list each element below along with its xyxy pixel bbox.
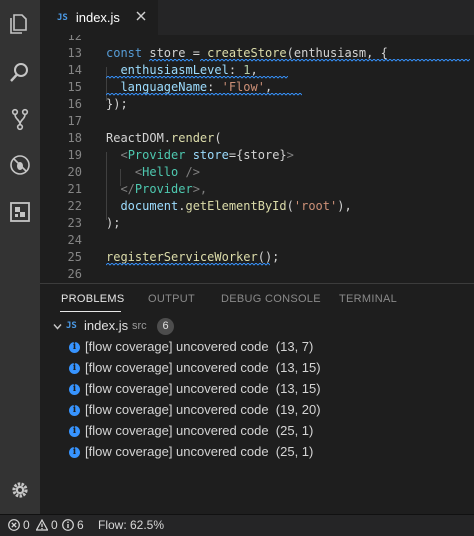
debug-button[interactable] — [0, 145, 40, 185]
code-text: <Hello /> — [106, 165, 200, 179]
tab-title: index.js — [75, 10, 120, 25]
files-icon — [10, 14, 27, 34]
debug-icon — [10, 155, 30, 175]
bottom-panel: PROBLEMS OUTPUT DEBUG CONSOLE TERMINAL J… — [40, 283, 474, 515]
status-bar: 0 0 6 Flow: 62.5% — [0, 514, 474, 536]
gear-icon — [12, 482, 28, 498]
error-icon[interactable] — [8, 519, 20, 531]
chevron-down-icon[interactable] — [53, 322, 62, 331]
info-icon: i — [69, 363, 80, 374]
source-control-icon — [11, 108, 29, 131]
problem-item[interactable]: i [flow coverage] uncovered code (25, 1) — [40, 422, 474, 442]
info-icon: i — [69, 447, 80, 458]
info-count[interactable]: 6 — [77, 518, 84, 532]
code-line: 16 }); — [40, 96, 474, 113]
code-line: 19 <Provider store={store}> — [40, 147, 474, 164]
extensions-button[interactable] — [0, 192, 40, 232]
search-button[interactable] — [0, 52, 40, 92]
close-icon[interactable] — [134, 9, 148, 23]
code-text: ReactDOM.render( — [106, 131, 222, 145]
error-count[interactable]: 0 — [23, 518, 30, 532]
search-icon — [10, 63, 28, 82]
problem-message: [flow coverage] uncovered code (13, 15) — [85, 381, 321, 396]
problem-message: [flow coverage] uncovered code (25, 1) — [85, 444, 314, 459]
line-number: 26 — [67, 267, 82, 280]
code-line: 20 <Hello /> — [40, 164, 474, 181]
code-text: </Provider>, — [106, 182, 208, 196]
code-line: 14 enthusiasmLevel: 1, — [40, 62, 474, 79]
problem-message: [flow coverage] uncovered code (13, 7) — [85, 339, 314, 354]
code-text: ); — [106, 216, 121, 230]
editor-tab-bar: JS index.js — [40, 0, 474, 35]
problem-message: [flow coverage] uncovered code (13, 15) — [85, 360, 321, 375]
line-number: 13 — [67, 46, 82, 60]
warning-count[interactable]: 0 — [51, 518, 58, 532]
code-line: 12 — [40, 35, 474, 45]
settings-button[interactable] — [0, 470, 40, 510]
problem-file-name: index.js — [84, 318, 129, 333]
code-line: 26 — [40, 266, 474, 280]
line-number: 16 — [67, 97, 82, 111]
active-tab-indicator — [60, 311, 121, 312]
tab-index-js[interactable]: JS index.js — [40, 0, 158, 35]
code-line: 21 </Provider>, — [40, 181, 474, 198]
line-number: 24 — [67, 233, 82, 247]
javascript-file-icon: JS — [57, 12, 68, 23]
problem-count-badge: 6 — [157, 318, 174, 335]
info-icon: i — [69, 405, 80, 416]
info-icon: i — [69, 384, 80, 395]
activity-bar — [0, 0, 40, 514]
problems-file-group[interactable]: JS index.js src 6 — [40, 317, 474, 337]
panel-tabs: PROBLEMS OUTPUT DEBUG CONSOLE TERMINAL — [40, 284, 474, 314]
line-number: 21 — [67, 182, 82, 196]
code-line: 13 const store = createStore(enthusiasm,… — [40, 45, 474, 62]
tab-debug-console[interactable]: DEBUG CONSOLE — [221, 293, 321, 305]
line-number: 17 — [67, 114, 82, 128]
line-number: 15 — [67, 80, 82, 94]
line-number: 22 — [67, 199, 82, 213]
line-number: 23 — [67, 216, 82, 230]
line-number: 14 — [67, 63, 82, 77]
line-number: 20 — [67, 165, 82, 179]
code-line: 25 registerServiceWorker(); — [40, 249, 474, 266]
problem-item[interactable]: i [flow coverage] uncovered code (13, 15… — [40, 359, 474, 379]
problem-item[interactable]: i [flow coverage] uncovered code (13, 15… — [40, 380, 474, 400]
flow-coverage-status[interactable]: Flow: 62.5% — [98, 518, 164, 532]
source-control-button[interactable] — [0, 99, 40, 139]
info-icon: i — [69, 342, 80, 353]
explorer-button[interactable] — [0, 4, 40, 44]
problem-item[interactable]: i [flow coverage] uncovered code (19, 20… — [40, 401, 474, 421]
line-number: 19 — [67, 148, 82, 162]
code-line: 17 — [40, 113, 474, 130]
code-line: 18 ReactDOM.render( — [40, 130, 474, 147]
vscode-window: JS index.js 12 13 const store = createSt… — [0, 0, 474, 536]
problem-item[interactable]: i [flow coverage] uncovered code (25, 1) — [40, 443, 474, 463]
problem-message: [flow coverage] uncovered code (19, 20) — [85, 402, 321, 417]
tab-output[interactable]: OUTPUT — [148, 293, 195, 305]
code-text: document.getElementById('root'), — [106, 199, 352, 213]
warning-icon[interactable] — [36, 519, 48, 531]
code-line: 24 — [40, 232, 474, 249]
problem-message: [flow coverage] uncovered code (25, 1) — [85, 423, 314, 438]
line-number: 25 — [67, 250, 82, 264]
code-text: }); — [106, 97, 128, 111]
info-icon: i — [69, 426, 80, 437]
code-text: <Provider store={store}> — [106, 148, 294, 162]
extensions-icon — [10, 202, 30, 222]
code-editor[interactable]: 12 13 const store = createStore(enthusia… — [40, 35, 474, 280]
line-number: 12 — [67, 35, 82, 43]
code-line: 23 ); — [40, 215, 474, 232]
tab-terminal[interactable]: TERMINAL — [339, 293, 397, 305]
code-line: 15 languageName: 'Flow', — [40, 79, 474, 96]
info-icon[interactable] — [62, 519, 74, 531]
javascript-file-icon: JS — [66, 321, 77, 331]
code-line: 22 document.getElementById('root'), — [40, 198, 474, 215]
problem-item[interactable]: i [flow coverage] uncovered code (13, 7) — [40, 338, 474, 358]
line-number: 18 — [67, 131, 82, 145]
problem-file-dir: src — [132, 320, 147, 332]
tab-problems[interactable]: PROBLEMS — [61, 293, 125, 305]
